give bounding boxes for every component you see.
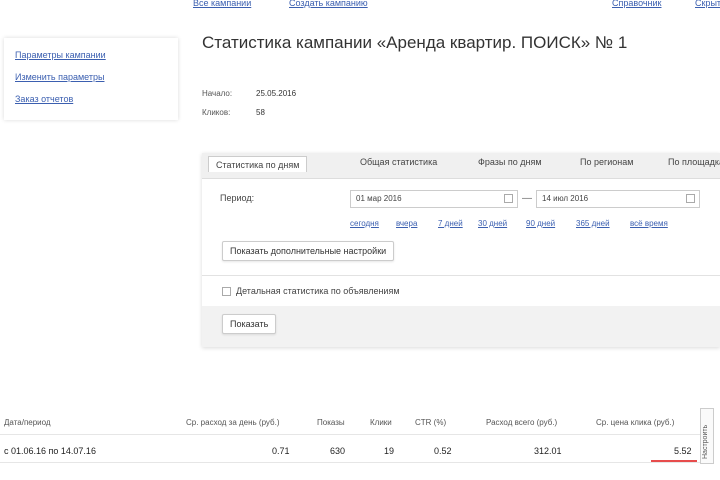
sidebar: Параметры кампании Изменить параметры За… (4, 38, 178, 120)
tab-by-region[interactable]: По регионам (580, 157, 633, 167)
tab-general-stats[interactable]: Общая статистика (360, 157, 437, 167)
start-date-row: Начало: 25.05.2016 (202, 89, 296, 98)
col-header-avg-cpc[interactable]: Ср. цена клика (руб.) (596, 418, 674, 427)
date-from-value: 01 мар 2016 (356, 194, 402, 203)
page-title: Статистика кампании «Аренда квартир. ПОИ… (202, 33, 628, 52)
col-header-impressions[interactable]: Показы (317, 418, 345, 427)
start-date-value: 25.05.2016 (256, 89, 297, 98)
cell-impressions: 630 (330, 446, 346, 456)
filter-panel: Статистика по дням Общая статистика Фраз… (202, 153, 720, 347)
detail-stats-label: Детальная статистика по объявлениям (236, 286, 400, 296)
cell-clicks: 19 (384, 446, 395, 456)
top-bar: Все кампании Создать кампанию Справочник… (0, 0, 720, 12)
cell-ctr: 0.52 (434, 446, 452, 456)
clicks-label: Кликов: (202, 108, 231, 117)
show-settings-button[interactable]: Показать дополнительные настройки (222, 241, 395, 261)
table-row-divider (0, 462, 700, 463)
quick-today[interactable]: сегодня (350, 219, 379, 228)
tab-bar: Статистика по дням Общая статистика Фраз… (202, 153, 720, 179)
date-to-value: 14 июл 2016 (542, 194, 589, 203)
cell-total-spend: 312.01 (534, 446, 562, 456)
configure-columns-label: Настроить (702, 424, 709, 459)
all-campaigns-link[interactable]: Все кампании (193, 0, 251, 8)
quick-90-days[interactable]: 90 дней (526, 219, 555, 228)
clicks-value: 58 (256, 108, 265, 117)
calendar-icon[interactable] (686, 194, 695, 203)
cell-avg-cpc: 5.52 (674, 446, 692, 456)
period-label: Период: (220, 193, 255, 203)
sidebar-item-campaign-params[interactable]: Параметры кампании (15, 50, 106, 60)
tab-by-site[interactable]: По площадкам (668, 157, 720, 167)
cell-avg-spend: 0.71 (272, 446, 290, 456)
create-campaign-link[interactable]: Создать кампанию (289, 0, 368, 8)
hide-link[interactable]: Скрыть (695, 0, 720, 8)
configure-columns-button[interactable]: Настроить (700, 408, 714, 464)
panel-footer (202, 306, 720, 347)
quick-all-time[interactable]: всё время (630, 219, 668, 228)
date-to-input[interactable]: 14 июл 2016 (536, 190, 700, 208)
tab-daily-stats[interactable]: Статистика по дням (208, 156, 308, 172)
sidebar-item-order-reports[interactable]: Заказ отчетов (15, 94, 73, 104)
clicks-row: Кликов: 58 (202, 108, 265, 117)
calendar-icon[interactable] (504, 194, 513, 203)
col-header-total-spend[interactable]: Расход всего (руб.) (486, 418, 557, 427)
date-from-input[interactable]: 01 мар 2016 (350, 190, 518, 208)
col-header-avg-spend[interactable]: Ср. расход за день (руб.) (186, 418, 280, 427)
sidebar-item-edit-params[interactable]: Изменить параметры (15, 72, 104, 82)
quick-7-days[interactable]: 7 дней (438, 219, 463, 228)
col-header-ctr[interactable]: CTR (%) (415, 418, 446, 427)
date-dash: — (522, 193, 532, 204)
help-link[interactable]: Справочник (612, 0, 662, 8)
show-button[interactable]: Показать (222, 314, 277, 334)
start-date-label: Начало: (202, 89, 233, 98)
divider (202, 275, 720, 276)
detail-stats-checkbox[interactable] (222, 287, 231, 296)
cell-period: с 01.06.16 по 14.07.16 (4, 446, 96, 456)
quick-30-days[interactable]: 30 дней (478, 219, 507, 228)
tab-phrases-by-day[interactable]: Фразы по дням (478, 157, 542, 167)
col-header-clicks[interactable]: Клики (370, 418, 392, 427)
col-header-period[interactable]: Дата/период (4, 418, 51, 427)
quick-365-days[interactable]: 365 дней (576, 219, 610, 228)
table-header-divider (0, 434, 700, 435)
quick-yesterday[interactable]: вчера (396, 219, 417, 228)
